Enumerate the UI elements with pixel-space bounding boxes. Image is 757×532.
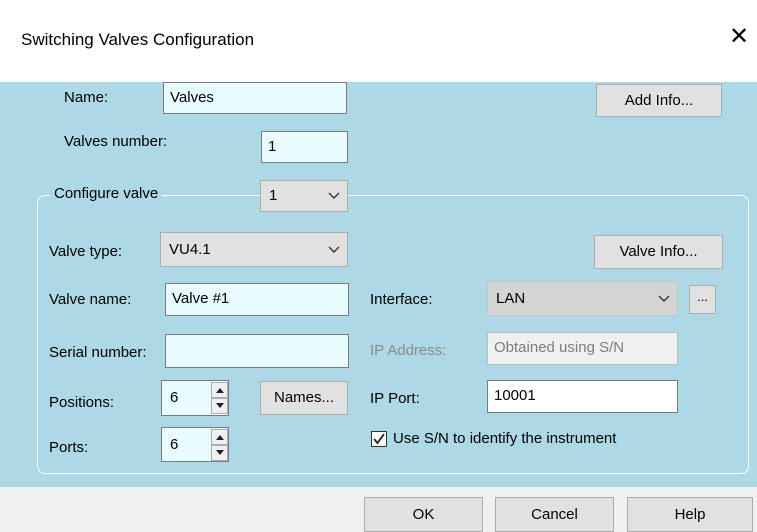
names-button[interactable]: Names...: [260, 381, 348, 415]
valve-name-field[interactable]: Valve #1: [165, 283, 349, 316]
ip-address-field[interactable]: Obtained using S/N: [487, 332, 678, 365]
help-button-label: Help: [674, 506, 706, 523]
valve-info-button[interactable]: Valve Info...: [594, 235, 723, 269]
spin-down-button[interactable]: [211, 445, 228, 461]
interface-value: LAN: [496, 290, 526, 307]
spin-up-button[interactable]: [211, 382, 228, 398]
ip-port-field[interactable]: 10001: [487, 380, 678, 413]
names-button-label: Names...: [273, 389, 334, 406]
use-sn-checkbox[interactable]: [371, 431, 387, 447]
serial-number-label: Serial number:: [49, 344, 147, 361]
title-bar: Switching Valves Configuration ✕: [0, 0, 757, 82]
valve-type-select[interactable]: VU4.1: [160, 232, 348, 267]
ellipsis-label: ...: [697, 289, 708, 304]
positions-spinner[interactable]: 6: [161, 380, 229, 416]
arrow-down-icon: [215, 450, 224, 455]
checkmark-icon: [373, 433, 385, 445]
ip-port-label: IP Port:: [370, 390, 420, 407]
close-icon[interactable]: ✕: [726, 24, 752, 50]
add-info-button[interactable]: Add Info...: [596, 84, 722, 117]
valves-number-label: Valves number:: [64, 133, 168, 150]
ports-label: Ports:: [49, 439, 89, 456]
valve-info-button-label: Valve Info...: [619, 243, 698, 260]
valve-type-label: Valve type:: [49, 243, 123, 260]
arrow-up-icon: [215, 435, 224, 440]
spin-up-button[interactable]: [211, 429, 228, 445]
add-info-button-label: Add Info...: [624, 92, 694, 109]
serial-number-field[interactable]: [165, 334, 349, 368]
help-button[interactable]: Help: [627, 497, 753, 532]
interface-label: Interface:: [370, 291, 433, 308]
valves-number-field[interactable]: 1: [261, 131, 348, 163]
chevron-down-icon: [328, 192, 340, 199]
valve-selector-value: 1: [269, 187, 278, 204]
interface-select[interactable]: LAN: [487, 281, 678, 316]
positions-value: 6: [170, 389, 179, 406]
arrow-up-icon: [215, 388, 224, 393]
interface-settings-button[interactable]: ...: [689, 285, 716, 314]
window-title: Switching Valves Configuration: [21, 30, 255, 49]
valve-name-label: Valve name:: [49, 291, 132, 308]
ports-spinner[interactable]: 6: [161, 427, 229, 462]
cancel-button[interactable]: Cancel: [495, 497, 614, 532]
cancel-button-label: Cancel: [531, 506, 578, 523]
ports-value: 6: [170, 436, 179, 453]
positions-label: Positions:: [49, 394, 115, 411]
valve-type-value: VU4.1: [169, 241, 211, 258]
ok-button[interactable]: OK: [364, 497, 483, 532]
arrow-down-icon: [215, 403, 224, 408]
chevron-down-icon: [328, 246, 340, 253]
name-label: Name:: [64, 89, 109, 106]
valve-selector[interactable]: 1: [260, 180, 348, 212]
ip-address-label: IP Address:: [370, 342, 447, 359]
spin-down-button[interactable]: [211, 398, 228, 414]
name-field[interactable]: Valves: [163, 82, 347, 114]
use-sn-label: Use S/N to identify the instrument: [393, 430, 617, 447]
ok-button-label: OK: [412, 506, 435, 523]
chevron-down-icon: [658, 295, 670, 302]
configure-valve-legend: Configure valve: [50, 185, 163, 202]
